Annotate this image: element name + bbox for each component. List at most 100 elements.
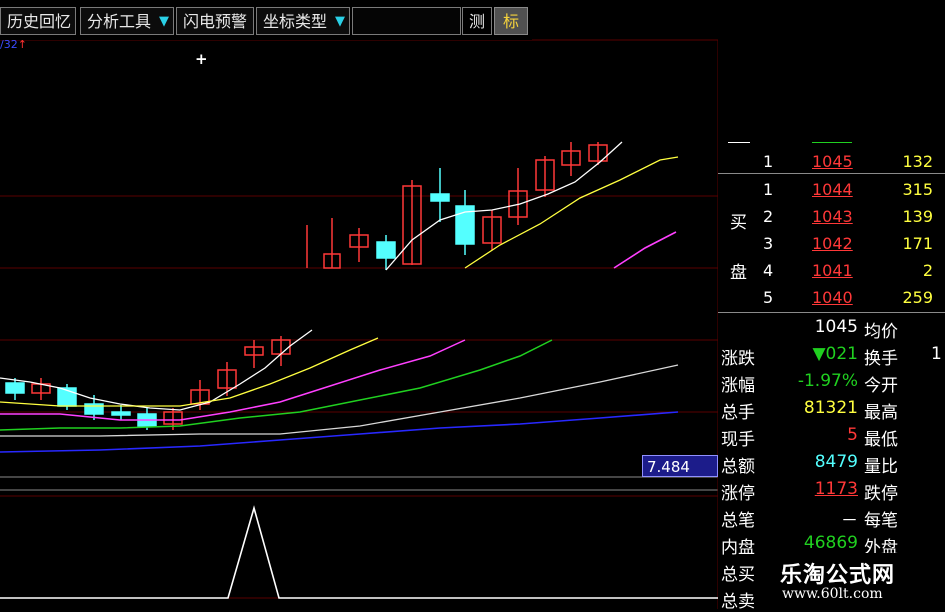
- order-price: 1040: [812, 288, 853, 307]
- ma-line-white: [0, 329, 313, 411]
- candle: [217, 362, 237, 396]
- pct-value: -1.97%: [797, 371, 858, 391]
- limit-up-label: 涨停: [721, 484, 755, 504]
- stat-row: 涨幅 -1.97% 今开: [718, 368, 945, 396]
- indicator-value-box: 7.484: [642, 455, 718, 477]
- analysis-label: 分析工具: [87, 12, 152, 31]
- order-row: 2 1043 139: [718, 203, 945, 230]
- measure-button[interactable]: 测: [462, 7, 492, 35]
- quote-panel: 1 1045 132 1 1044 315 2 1043 139 3 1042 …: [718, 140, 945, 612]
- grid-lines: [0, 39, 718, 599]
- candle: [430, 168, 450, 222]
- kline-chart[interactable]: [0, 0, 718, 609]
- change-value: ▼021: [812, 344, 858, 364]
- stat-row: 总额 8479 量比: [718, 449, 945, 477]
- order-volume: 171: [902, 234, 933, 253]
- stat-row: 总笔 － 每笔: [718, 503, 945, 531]
- candle: [323, 218, 341, 269]
- amount-value: 8479: [814, 452, 858, 472]
- watermark: 乐淘公式网 www.60lt.com: [758, 553, 945, 609]
- candle: [111, 405, 131, 420]
- limit-down-label: 跌停: [864, 484, 898, 504]
- toolbar: 历史回忆 分析工具 ▼ 闪电预警 坐标类型 ▼ 测 标: [0, 0, 532, 40]
- divider: [728, 142, 750, 143]
- order-volume: 259: [902, 288, 933, 307]
- order-row: 3 1042 171: [718, 230, 945, 257]
- ma-line-yellow: [0, 337, 379, 407]
- low-label: 最低: [864, 430, 898, 450]
- order-volume: 139: [902, 207, 933, 226]
- ma-line-magenta: [613, 231, 677, 269]
- divider: [718, 312, 945, 313]
- upper-candles: [306, 142, 608, 270]
- buy-side-label: 买: [730, 213, 747, 233]
- total-trades-label: 总笔: [721, 511, 755, 531]
- order-price: 1042: [812, 234, 853, 253]
- order-volume: 132: [902, 152, 933, 171]
- order-row: 1 1044 315: [718, 176, 945, 203]
- stat-row: 总手 81321 最高: [718, 395, 945, 423]
- candle: [535, 156, 555, 197]
- candle: [271, 336, 291, 366]
- candle: [455, 190, 475, 255]
- order-price: 1041: [812, 261, 853, 280]
- chevron-down-icon: ▼: [159, 14, 169, 29]
- open-label: 今开: [864, 376, 898, 396]
- divider: [718, 173, 945, 174]
- history-button[interactable]: 历史回忆: [0, 7, 76, 35]
- order-volume: 2: [922, 261, 933, 280]
- candle: [376, 235, 396, 270]
- order-index: 1: [763, 180, 774, 199]
- analysis-tools-dropdown[interactable]: 分析工具 ▼: [80, 7, 174, 35]
- turnover-value: 1: [931, 344, 942, 364]
- order-price: 1045: [812, 152, 853, 171]
- per-trade-label: 每笔: [864, 511, 898, 531]
- indicator-line: [0, 505, 718, 599]
- candle: [190, 380, 210, 410]
- stat-row: 涨跌 ▼021 换手 1: [718, 341, 945, 369]
- turnover-label: 换手: [864, 349, 898, 369]
- change-label: 涨跌: [721, 349, 755, 369]
- avg-price-label: 均价: [864, 322, 898, 342]
- candle: [561, 142, 581, 176]
- volume-value: 81321: [803, 398, 858, 418]
- limit-up-value: 1173: [814, 479, 858, 499]
- chevron-down-icon: ▼: [335, 14, 345, 29]
- pct-label: 涨幅: [721, 376, 755, 396]
- up-arrow-icon: ↑: [17, 38, 27, 51]
- watermark-title: 乐淘公式网: [780, 562, 896, 588]
- stat-row: 1045 均价: [718, 314, 945, 342]
- candle: [349, 228, 369, 262]
- flash-alert-button[interactable]: 闪电预警: [176, 7, 254, 35]
- order-index: 5: [763, 288, 774, 307]
- total-trades-value: －: [841, 511, 858, 531]
- order-price: 1043: [812, 207, 853, 226]
- candle: [31, 378, 51, 400]
- readout-value: /32: [0, 38, 18, 51]
- price-readout: /32↑: [0, 38, 27, 51]
- flash-label: 闪电预警: [183, 12, 248, 31]
- order-row: 5 1040 259: [718, 284, 945, 311]
- coord-type-dropdown[interactable]: 坐标类型 ▼: [256, 7, 350, 35]
- last-price: 1045: [814, 317, 858, 337]
- current-vol-label: 现手: [721, 430, 755, 450]
- order-price: 1044: [812, 180, 853, 199]
- divider: [812, 142, 852, 143]
- order-row: 1 1045 132: [718, 148, 945, 175]
- watermark-url: www.60lt.com: [782, 586, 883, 602]
- order-index: 1: [763, 152, 774, 171]
- crosshair-cursor: +: [195, 50, 208, 68]
- candle: [482, 210, 502, 250]
- buy-side-label: 盘: [730, 263, 747, 283]
- inner-vol-label: 内盘: [721, 538, 755, 558]
- current-vol-value: 5: [847, 425, 858, 445]
- coord-label: 坐标类型: [263, 12, 328, 31]
- high-label: 最高: [864, 403, 898, 423]
- toolbar-input[interactable]: [352, 7, 461, 35]
- candle: [244, 340, 264, 368]
- amount-label: 总额: [721, 457, 755, 477]
- order-index: 3: [763, 234, 774, 253]
- order-volume: 315: [902, 180, 933, 199]
- mark-button[interactable]: 标: [494, 7, 528, 35]
- candle: [588, 142, 608, 165]
